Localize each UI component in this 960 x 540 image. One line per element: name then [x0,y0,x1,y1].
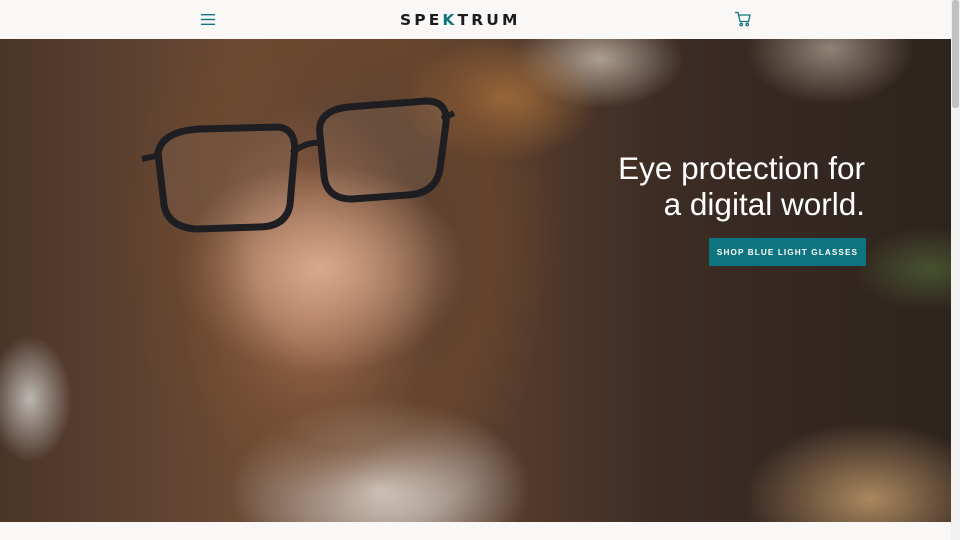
hero-heading-line-1: Eye protection for [618,150,865,186]
cart-button[interactable] [734,10,752,28]
menu-button[interactable] [199,11,217,27]
hero-heading-line-2: a digital world. [663,186,865,222]
logo-prefix: SPE [400,11,443,29]
site-header: SPEKTRUM [0,0,951,39]
hero-banner: Eye protection for a digital world. SHOP… [0,39,951,522]
next-section-strip [0,522,951,540]
logo-suffix: TRUM [457,11,521,29]
shopping-cart-icon [734,11,751,27]
eyeglasses-illustration [141,97,455,233]
hamburger-menu-icon [201,13,215,25]
site-logo[interactable]: SPEKTRUM [400,10,548,30]
shop-blue-light-glasses-button[interactable]: SHOP BLUE LIGHT GLASSES [709,238,866,266]
page-scrollbar[interactable] [951,0,960,540]
hero-heading: Eye protection for a digital world. [565,150,865,222]
logo-accent-letter: K [442,11,458,29]
scrollbar-thumb[interactable] [952,0,959,108]
